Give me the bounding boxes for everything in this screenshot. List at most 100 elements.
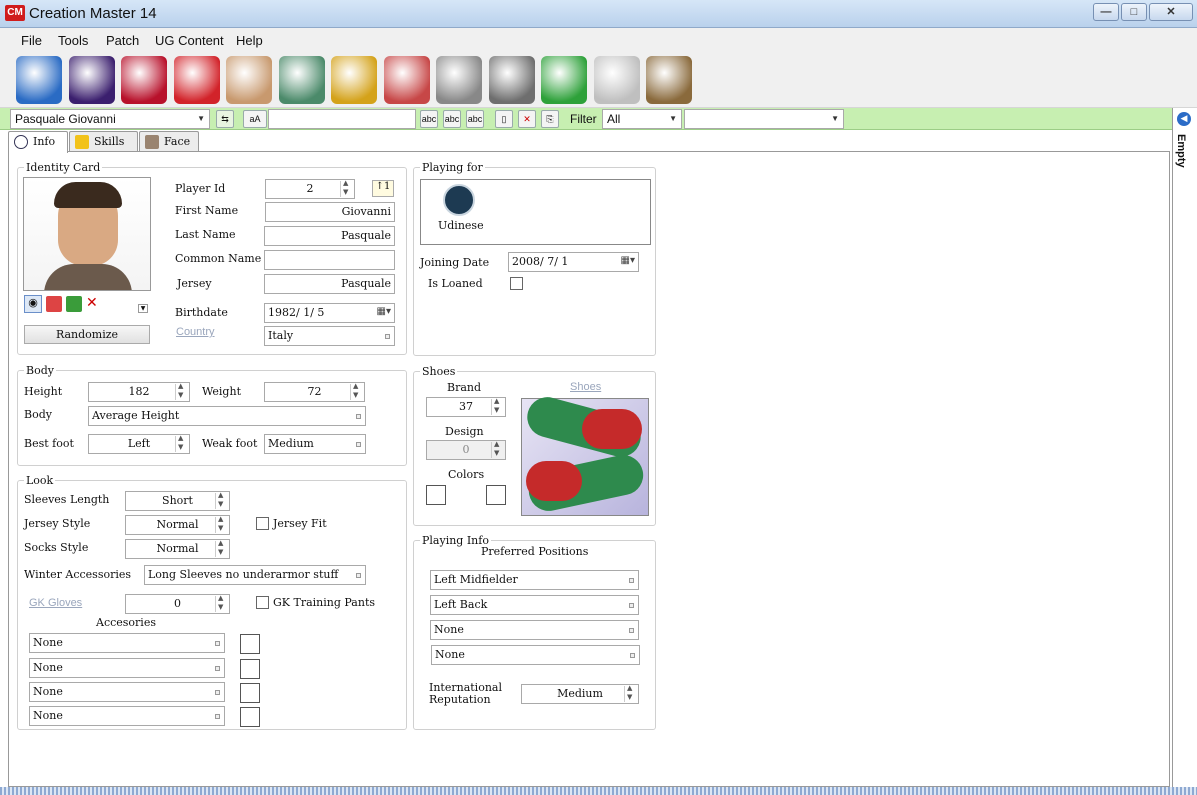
player-face-icon[interactable] [226,56,272,104]
spinner-icon[interactable] [215,595,228,612]
socks-style-field[interactable]: Normal [125,539,230,559]
spinner-icon[interactable] [340,180,353,197]
import-photo-icon[interactable] [46,296,62,312]
abc-sort-button-2[interactable]: abc [443,110,461,128]
menu-ug-content[interactable]: UG Content [155,33,224,48]
jersey-style-field[interactable]: Normal [125,515,230,535]
is-loaned-checkbox[interactable] [510,277,523,290]
best-foot-field[interactable]: Left [88,434,190,454]
search-input[interactable] [268,109,416,129]
assign-id-icon[interactable]: ↑1 [372,180,394,197]
text-case-button[interactable]: aA [243,110,267,128]
cards-icon[interactable] [383,56,430,104]
pitch-icon[interactable] [541,56,587,104]
position-select-3[interactable]: None [430,620,639,640]
position-select-4[interactable]: None [431,645,640,665]
trophy-icon[interactable] [331,56,377,104]
brand-field[interactable]: 37 [426,397,506,417]
gk-training-pants-checkbox[interactable] [256,596,269,609]
accessory-color-4-swatch[interactable] [240,707,260,727]
height-field[interactable]: 182 [88,382,190,402]
filter-select[interactable]: All ▼ [602,109,682,129]
calendar-icon[interactable]: ▦▾ [377,306,391,317]
refresh-icon[interactable]: ⇆ [216,110,234,128]
secondary-select[interactable]: ▼ [684,109,844,129]
spinner-icon[interactable] [491,441,504,458]
accessory-select-4[interactable]: None [29,706,225,726]
side-panel-label[interactable]: Empty [1175,134,1187,168]
calendar-icon[interactable]: ▦▾ [621,255,635,266]
expand-panel-icon[interactable]: ◀ [1177,112,1191,126]
sleeves-length-field[interactable]: Short [125,491,230,511]
tab-face[interactable]: Face [139,131,199,152]
boots-icon[interactable] [488,56,535,104]
spinner-icon[interactable] [175,383,188,400]
weak-foot-select[interactable]: Medium [264,434,366,454]
maximize-button[interactable]: □ [1121,3,1147,21]
minimize-button[interactable]: — [1093,3,1119,21]
club-box[interactable]: Udinese [420,179,651,245]
design-field[interactable]: 0 [426,440,506,460]
player-select[interactable]: Pasquale Giovanni ▼ [10,109,210,129]
fcb-club-icon[interactable] [121,56,167,104]
eye-icon[interactable]: ◉ [24,295,42,313]
spinner-icon[interactable] [175,435,188,452]
accessory-select-2[interactable]: None [29,658,225,678]
newspaper-icon[interactable] [593,56,640,104]
spinner-icon[interactable] [350,383,363,400]
randomize-button[interactable]: Randomize [24,325,150,344]
chevron-down-icon[interactable]: ▼ [138,304,148,313]
gk-gloves-field[interactable]: 0 [125,594,230,614]
position-select-2[interactable]: Left Back [430,595,639,615]
body-type-select[interactable]: Average Height [88,406,366,426]
new-file-icon[interactable]: ▯ [495,110,513,128]
menu-file[interactable]: File [21,33,42,48]
spinner-icon[interactable] [215,540,228,557]
position-select-1[interactable]: Left Midfielder [430,570,639,590]
spinner-icon[interactable] [215,492,228,509]
player-id-field[interactable]: 2 [265,179,355,199]
country-link[interactable]: Country [176,326,215,338]
shoe-color-2-swatch[interactable] [486,485,506,505]
jersey-icon[interactable] [173,56,220,104]
first-name-field[interactable]: Giovanni [265,202,395,222]
accessory-color-3-swatch[interactable] [240,683,260,703]
abc-sort-button-1[interactable]: abc [420,110,438,128]
tab-skills[interactable]: Skills [69,131,138,152]
jersey-fit-checkbox[interactable] [256,517,269,530]
winter-accessories-select[interactable]: Long Sleeves no underarmor stuff [144,565,366,585]
accessory-select-1[interactable]: None [29,633,225,653]
delete-photo-icon[interactable]: ✕ [86,295,98,311]
spinner-icon[interactable] [491,398,504,415]
ball-icon[interactable] [436,56,482,104]
country-select[interactable]: Italy [264,326,395,346]
delete-file-icon[interactable]: ✕ [518,110,536,128]
close-button[interactable]: ✕ [1149,3,1193,21]
abc-sort-button-3[interactable]: abc [466,110,484,128]
spinner-icon[interactable] [624,685,637,702]
menu-tools[interactable]: Tools [58,33,88,48]
accessory-select-3[interactable]: None [29,682,225,702]
menu-patch[interactable]: Patch [106,33,139,48]
spinner-icon[interactable] [215,516,228,533]
copy-file-icon[interactable]: ⎘ [541,110,559,128]
stadium-icon[interactable] [278,56,325,104]
menu-help[interactable]: Help [236,33,263,48]
birthdate-picker[interactable]: 1982/ 1/ 5 ▦▾ [264,303,395,323]
export-photo-icon[interactable] [66,296,82,312]
shoe-color-1-swatch[interactable] [426,485,446,505]
gloves-icon[interactable] [646,56,692,104]
shoes-link[interactable]: Shoes [570,381,601,393]
tab-info[interactable]: Info [8,131,68,153]
jersey-name-field[interactable]: Pasquale [264,274,395,294]
weight-field[interactable]: 72 [264,382,365,402]
intl-reputation-field[interactable]: Medium [521,684,639,704]
joining-date-picker[interactable]: 2008/ 7/ 1 ▦▾ [508,252,639,272]
premier-league-icon[interactable] [68,56,115,104]
accessory-color-2-swatch[interactable] [240,659,260,679]
last-name-field[interactable]: Pasquale [264,226,395,246]
gk-gloves-link[interactable]: GK Gloves [29,597,82,609]
common-name-field[interactable] [264,250,395,270]
globe-icon[interactable] [16,56,62,104]
accessory-color-1-swatch[interactable] [240,634,260,654]
